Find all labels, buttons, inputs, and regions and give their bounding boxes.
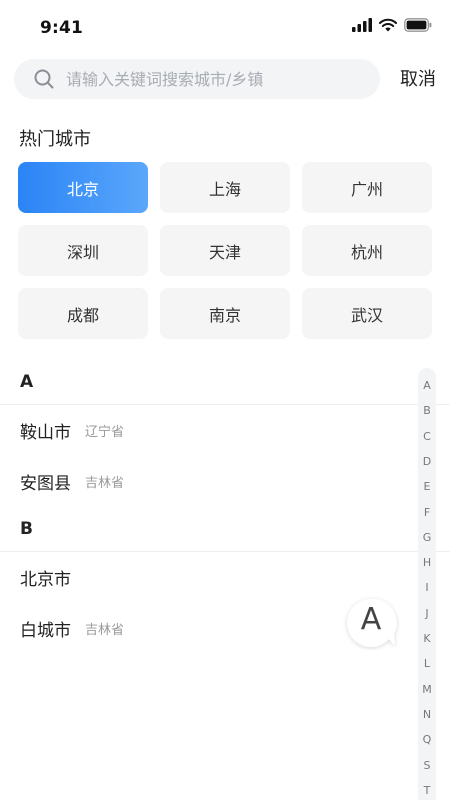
wifi-icon [379, 18, 397, 32]
hot-city-button[interactable]: 南京 [160, 288, 290, 339]
city-name: 白城市 [20, 621, 71, 641]
index-letter[interactable]: J [418, 607, 436, 620]
hot-city-button[interactable]: 北京 [18, 162, 148, 213]
group-letter: A [20, 372, 34, 392]
index-letter[interactable]: A [418, 379, 436, 392]
city-province: 吉林省 [85, 623, 125, 638]
index-letter[interactable]: D [418, 455, 436, 468]
search-row: 取消 [14, 59, 436, 99]
battery-icon [404, 18, 432, 32]
index-letter[interactable]: M [418, 683, 436, 696]
hot-city-button[interactable]: 广州 [302, 162, 432, 213]
cancel-button[interactable]: 取消 [400, 65, 436, 91]
city-province: 辽宁省 [85, 425, 125, 440]
group-letter: B [20, 519, 33, 539]
hot-city-button[interactable]: 武汉 [302, 288, 432, 339]
index-letter[interactable]: Q [418, 733, 436, 746]
status-bar: 9:41 [0, 0, 450, 56]
bubble-letter: A [360, 602, 382, 637]
hot-cities-title: 热门城市 [19, 129, 91, 150]
search-input[interactable] [66, 59, 366, 99]
index-letter-bubble: A [342, 596, 400, 650]
index-letter[interactable]: C [418, 430, 436, 443]
hot-city-button[interactable]: 天津 [160, 225, 290, 276]
status-time: 9:41 [40, 18, 84, 38]
city-name: 鞍山市 [20, 423, 71, 443]
index-letter[interactable]: K [418, 632, 436, 645]
city-list-item[interactable]: 鞍山市 辽宁省 [0, 405, 450, 456]
index-letter[interactable]: N [418, 708, 436, 721]
city-list-item[interactable]: 安图县 吉林省 [0, 456, 450, 507]
city-name: 北京市 [20, 570, 71, 590]
city-province: 吉林省 [85, 476, 125, 491]
search-icon [34, 69, 54, 89]
index-letter[interactable]: T [418, 784, 436, 797]
hot-city-button[interactable]: 深圳 [18, 225, 148, 276]
search-box[interactable] [14, 59, 380, 99]
hot-city-button[interactable]: 上海 [160, 162, 290, 213]
hot-city-button[interactable]: 成都 [18, 288, 148, 339]
alphabet-index-bar[interactable]: ABCDEFGHIJKLMNQST [418, 368, 436, 800]
index-letter[interactable]: G [418, 531, 436, 544]
status-icons [352, 18, 432, 32]
index-letter[interactable]: L [418, 657, 436, 670]
index-letter[interactable]: I [418, 581, 436, 594]
index-letter[interactable]: S [418, 759, 436, 772]
hot-city-button[interactable]: 杭州 [302, 225, 432, 276]
hot-cities-grid: 北京 上海 广州深圳 天津 杭州成都 南京 武汉 [18, 162, 432, 339]
index-letter[interactable]: E [418, 480, 436, 493]
cellular-signal-icon [352, 18, 372, 32]
city-name: 安图县 [20, 474, 71, 494]
index-letter[interactable]: B [418, 404, 436, 417]
group-header: A [0, 360, 450, 405]
index-letter[interactable]: H [418, 556, 436, 569]
index-letter[interactable]: F [418, 506, 436, 519]
group-header: B [0, 507, 450, 552]
